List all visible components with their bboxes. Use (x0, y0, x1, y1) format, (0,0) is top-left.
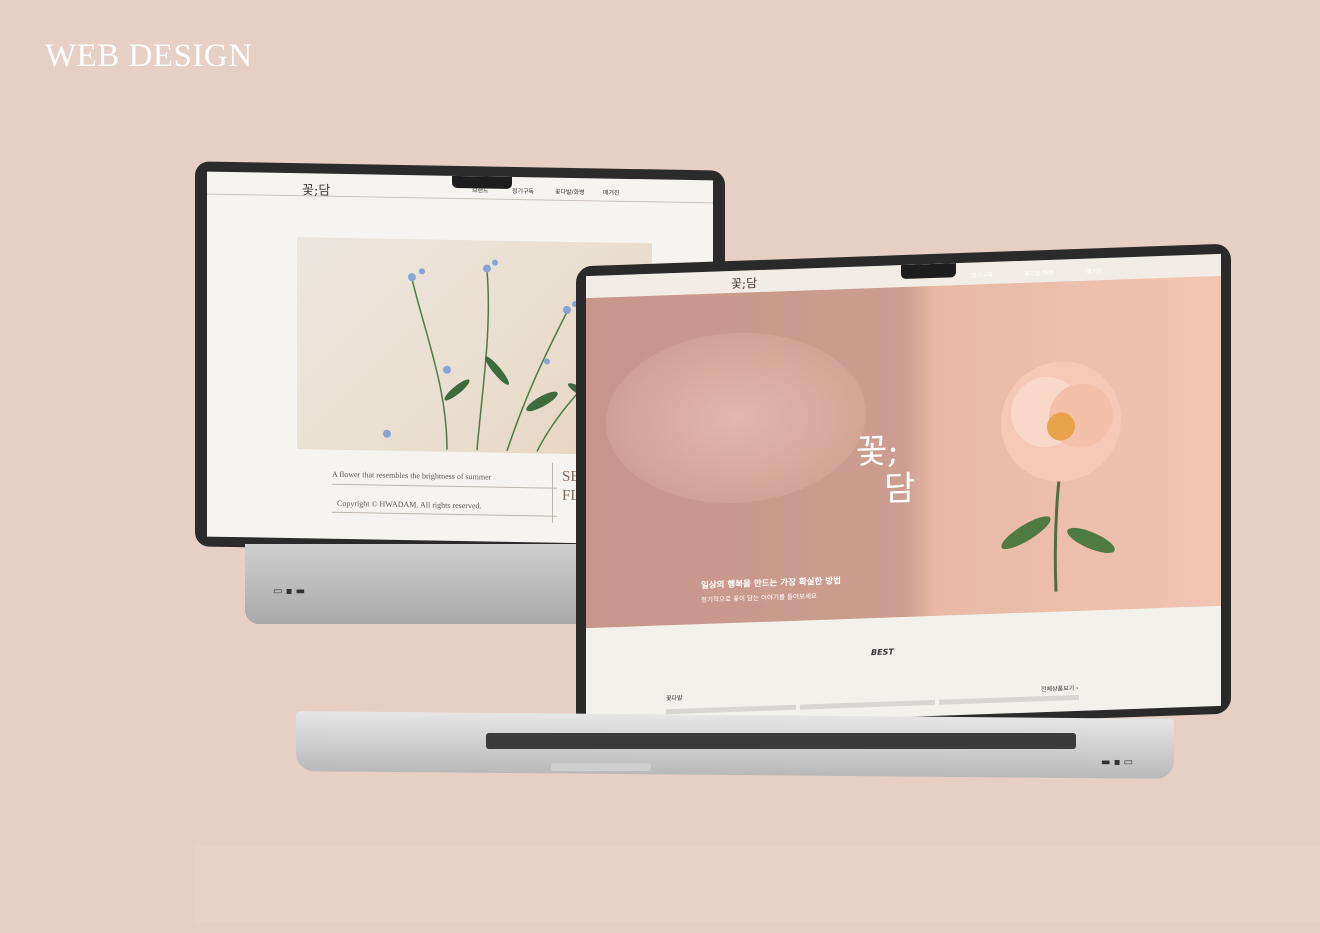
product-card-2[interactable] (800, 699, 935, 710)
faded-peony-image (606, 328, 866, 508)
back-nav-subscription[interactable]: 정기구독 (512, 186, 534, 195)
category-tab-bouquet[interactable]: 꽃다발 (666, 693, 683, 703)
hero-title-line-2: 담 (884, 468, 916, 510)
hero-title-line-1: 꽃; (856, 431, 899, 473)
laptop-front: 꽃; 담 일상의 행복을 만드는 가장 확실한 방법 정기적으로 꽃이 담는 이… (296, 243, 1236, 805)
front-logo[interactable]: 꽃;담 (731, 274, 757, 292)
front-hero-banner: 꽃; 담 일상의 행복을 만드는 가장 확실한 방법 정기적으로 꽃이 담는 이… (586, 275, 1221, 629)
hero-title: 꽃; 담 (856, 431, 916, 510)
front-nav-magazine[interactable]: 매거진 (1086, 266, 1103, 276)
hero-slogan: 일상의 행복을 만드는 가장 확실한 방법 (701, 576, 841, 592)
floor-shadow (195, 845, 1320, 923)
keyboard (486, 733, 1076, 749)
back-camera-notch (452, 175, 512, 189)
peony-illustration (1001, 361, 1121, 592)
back-logo[interactable]: 꽃;담 (302, 179, 330, 198)
back-nav-magazine[interactable]: 매거진 (603, 187, 620, 196)
trackpad-edge (551, 763, 651, 771)
view-all-link[interactable]: 전체상품보기 › (1041, 683, 1078, 693)
page-heading: WEB DESIGN (45, 38, 253, 74)
front-camera-notch (901, 263, 956, 280)
laptop-front-screen: 꽃; 담 일상의 행복을 만드는 가장 확실한 방법 정기적으로 꽃이 담는 이… (586, 253, 1221, 729)
product-card-1[interactable] (666, 704, 796, 715)
best-section-title: BEST (871, 647, 894, 658)
back-nav-bouquet[interactable]: 꽃다발/화병 (555, 187, 585, 197)
front-nav-subscription[interactable]: 정기구독 (971, 270, 993, 280)
product-card-3[interactable] (939, 694, 1079, 705)
front-nav-bouquet[interactable]: 꽃다발/화병 (1024, 268, 1054, 278)
front-ports-icon: ▬ ▪ ▭ (1101, 757, 1134, 768)
hero-subtext: 정기적으로 꽃이 담는 이야기를 들어보세요 (701, 592, 817, 605)
